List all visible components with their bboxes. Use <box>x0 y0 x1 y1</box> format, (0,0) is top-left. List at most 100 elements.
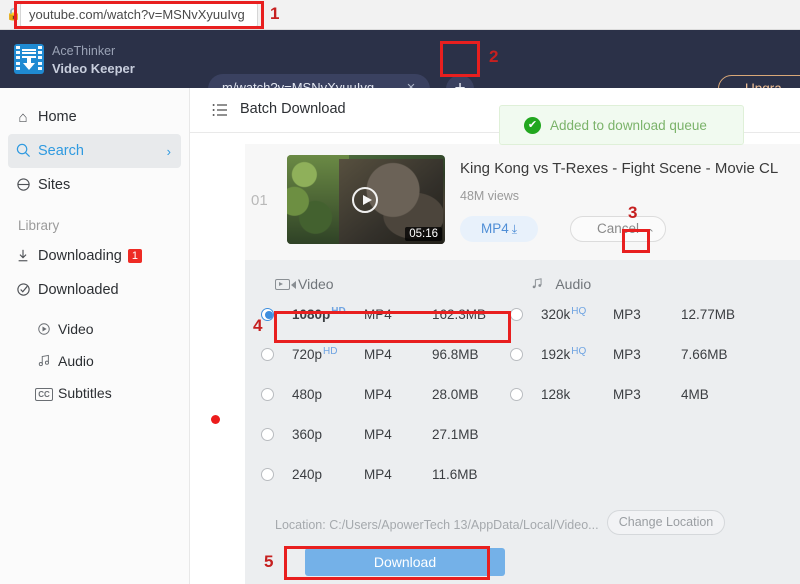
radio-button[interactable] <box>510 347 523 361</box>
radio-button[interactable] <box>261 347 274 361</box>
radio-button[interactable] <box>510 307 523 321</box>
music-note-icon <box>530 278 547 292</box>
sidebar-subitem-label: Subtitles <box>58 385 112 401</box>
downloading-count-badge: 1 <box>127 249 142 263</box>
option-format: MP3 <box>613 346 641 362</box>
sidebar: ⌂ Home Search › Sites Library Downloadin… <box>0 88 190 584</box>
option-format: MP4 <box>364 386 392 402</box>
audio-option-row[interactable]: 128k MP3 4MB <box>510 376 709 412</box>
option-quality: 360p <box>292 427 323 442</box>
cancel-button[interactable]: Cancel ⌃ <box>570 216 666 242</box>
sidebar-item-subtitles[interactable]: CC Subtitles <box>30 377 181 409</box>
video-title: King Kong vs T-Rexes - Fight Scene - Mov… <box>460 160 779 177</box>
video-duration: 05:16 <box>405 227 442 241</box>
sidebar-item-label: Home <box>38 109 77 125</box>
radio-button[interactable] <box>261 387 274 401</box>
sidebar-item-label: Downloaded <box>38 282 119 298</box>
sidebar-item-video[interactable]: Video <box>30 313 181 345</box>
video-views: 48M views <box>460 189 520 203</box>
annotation-box-5 <box>284 546 490 580</box>
sidebar-item-home[interactable]: ⌂ Home <box>8 100 181 134</box>
play-icon[interactable] <box>352 187 378 213</box>
option-quality: 720pHD <box>292 346 338 362</box>
save-location-text: Location: C:/Users/ApowerTech 13/AppData… <box>275 518 599 532</box>
sidebar-item-search[interactable]: Search › <box>8 134 181 168</box>
option-size: 96.8MB <box>432 346 479 362</box>
toast-text: Added to download queue <box>550 117 707 133</box>
app-window: 🔒 youtube.com/watch?v=MSNvXyuuIvg AceThi… <box>0 0 800 584</box>
sidebar-section-library: Library <box>18 218 60 233</box>
option-size: 27.1MB <box>432 426 479 442</box>
download-icon: ⤓ <box>511 222 518 236</box>
search-icon <box>8 143 38 160</box>
toast-notification: ✔ Added to download queue <box>499 105 744 145</box>
option-quality: 480p <box>292 387 323 402</box>
annotation-number-5: 5 <box>264 552 274 571</box>
download-icon <box>8 248 38 265</box>
hq-tag: HQ <box>571 346 587 357</box>
format-label: MP4 <box>480 221 509 236</box>
option-format: MP3 <box>613 386 641 402</box>
closed-caption-icon: CC <box>30 385 58 401</box>
annotation-number-1: 1 <box>270 4 280 23</box>
sidebar-item-sites[interactable]: Sites <box>8 168 181 202</box>
video-column-header: Video <box>275 276 334 292</box>
brand-line-2: Video Keeper <box>52 61 135 76</box>
annotation-number-4: 4 <box>253 316 263 335</box>
video-thumbnail[interactable]: 05:16 <box>287 155 445 244</box>
hd-tag: HD <box>323 346 338 357</box>
option-quality: 128k <box>541 387 571 402</box>
sidebar-item-label: Sites <box>38 177 71 193</box>
annotation-box-1 <box>14 1 264 29</box>
option-quality: 240p <box>292 467 323 482</box>
sidebar-subitem-label: Audio <box>58 353 94 369</box>
brand: AceThinker Video Keeper <box>52 44 135 76</box>
radio-button[interactable] <box>510 387 523 401</box>
globe-icon <box>8 177 38 194</box>
annotation-dot <box>211 415 220 424</box>
list-icon <box>212 102 228 121</box>
download-item-card: 01 05:16 King Kong vs T-Rexes - Fight Sc… <box>245 144 800 260</box>
sidebar-item-label: Search <box>38 143 84 159</box>
quality-options-panel: Video Audio 1080pHD MP4 162.3MB 720pHD M… <box>245 260 800 584</box>
option-size: 4MB <box>681 386 709 402</box>
hq-tag: HQ <box>571 306 587 317</box>
video-camera-icon <box>275 279 296 290</box>
sidebar-item-label: Downloading <box>38 248 122 264</box>
sidebar-subitem-label: Video <box>58 321 94 337</box>
option-quality: 192kHQ <box>541 346 587 362</box>
option-format: MP3 <box>613 306 641 322</box>
annotation-box-3 <box>622 229 650 253</box>
option-size: 12.77MB <box>681 306 736 322</box>
brand-line-1: AceThinker <box>52 44 116 58</box>
sidebar-item-audio[interactable]: Audio <box>30 345 181 377</box>
batch-download-title: Batch Download <box>240 101 346 117</box>
radio-button[interactable] <box>261 427 274 441</box>
option-format: MP4 <box>364 426 392 442</box>
annotation-number-3: 3 <box>628 203 638 222</box>
sidebar-item-downloaded[interactable]: Downloaded <box>8 273 181 307</box>
check-icon: ✔ <box>524 116 541 134</box>
video-option-row[interactable]: 240p MP4 11.6MB <box>261 456 478 492</box>
video-option-row[interactable]: 480p MP4 28.0MB <box>261 376 479 412</box>
video-option-row[interactable]: 360p MP4 27.1MB <box>261 416 479 452</box>
audio-option-row[interactable]: 320kHQ MP3 12.77MB <box>510 296 735 332</box>
radio-button[interactable] <box>261 467 274 481</box>
option-format: MP4 <box>364 466 392 482</box>
option-quality: 320kHQ <box>541 306 587 322</box>
play-circle-icon <box>30 322 58 337</box>
radio-button[interactable] <box>261 307 274 321</box>
audio-column-label: Audio <box>555 276 592 292</box>
audio-option-row[interactable]: 192kHQ MP3 7.66MB <box>510 336 728 372</box>
change-location-button[interactable]: Change Location <box>607 510 725 535</box>
option-size: 28.0MB <box>432 386 479 402</box>
format-mp4-button[interactable]: MP4 ⤓ <box>460 216 538 242</box>
option-format: MP4 <box>364 346 392 362</box>
home-icon: ⌂ <box>18 108 28 126</box>
check-circle-icon <box>8 282 38 299</box>
sidebar-item-downloading[interactable]: Downloading 1 <box>8 239 181 273</box>
option-size: 11.6MB <box>432 466 478 482</box>
video-column-label: Video <box>298 276 334 292</box>
acethinker-logo-icon <box>14 44 44 74</box>
option-size: 7.66MB <box>681 346 728 362</box>
